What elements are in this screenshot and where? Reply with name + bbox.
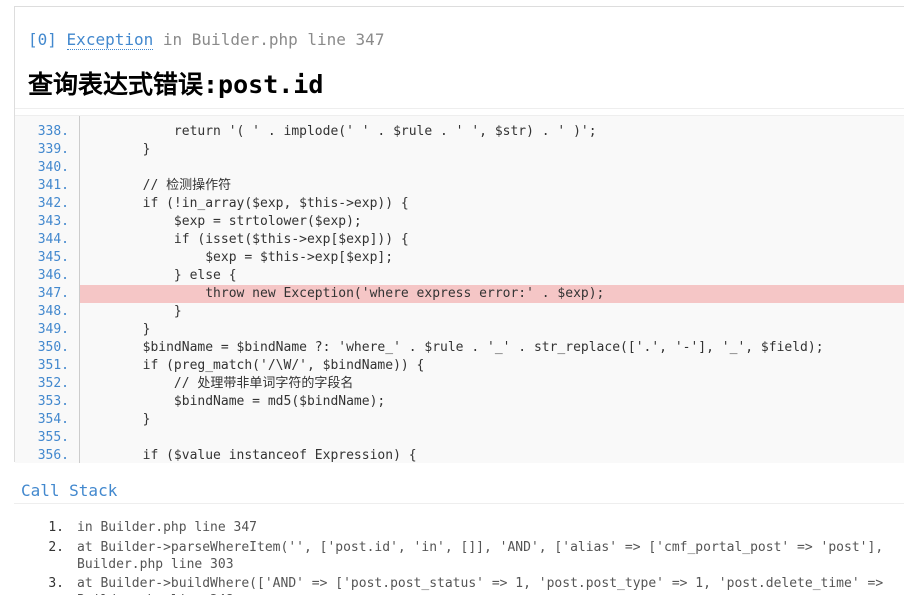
code-line: 350. $bindName = $bindName ?: 'where_' .… xyxy=(15,339,901,357)
line-number: 353. xyxy=(37,394,69,409)
call-stack-title: Call Stack xyxy=(21,481,118,500)
call-stack-item-text: in Builder.php line 347 xyxy=(77,520,258,535)
call-stack-item-number: 3. xyxy=(48,576,64,591)
line-number: 339. xyxy=(37,142,69,157)
code-line: 338. return '( ' . implode(' ' . $rule .… xyxy=(15,123,901,141)
exception-class-link[interactable]: Exception xyxy=(66,30,154,50)
code-line: 345. $exp = $this->exp[$exp]; xyxy=(15,249,901,267)
exception-message: 查询表达式错误:post.id xyxy=(28,70,324,99)
code-text: return '( ' . implode(' ' . $rule . ' ',… xyxy=(80,124,597,139)
code-line: 343. $exp = strtolower($exp); xyxy=(15,213,901,231)
code-line: 351. if (preg_match('/\W/', $bindName)) … xyxy=(15,357,901,375)
code-line: 353. $bindName = md5($bindName); xyxy=(15,393,901,411)
exception-location-line: [0] Exception in Builder.php line 347 xyxy=(28,30,385,50)
code-text: $exp = strtolower($exp); xyxy=(80,214,362,229)
code-text: if (preg_match('/\W/', $bindName)) { xyxy=(80,358,425,373)
code-text: throw new Exception('where express error… xyxy=(80,286,605,301)
line-number: 343. xyxy=(37,214,69,229)
line-number: 349. xyxy=(37,322,69,337)
code-text: // 检测操作符 xyxy=(80,178,232,193)
exception-location: in Builder.php line 347 xyxy=(162,30,385,49)
code-text: $exp = $this->exp[$exp]; xyxy=(80,250,394,265)
code-text: } else { xyxy=(80,268,237,283)
code-line: 339. } xyxy=(15,141,901,159)
code-line: 348. } xyxy=(15,303,901,321)
code-line: 356. if ($value instanceof Expression) { xyxy=(15,447,901,465)
call-stack-list: 1. in Builder.php line 347 2. at Builder->p… xyxy=(14,505,904,595)
line-number: 338. xyxy=(37,124,69,139)
line-number: 340. xyxy=(37,160,69,175)
call-stack-divider xyxy=(14,503,904,504)
call-stack-item-number: 2. xyxy=(48,540,64,555)
code-line: 341. // 检测操作符 xyxy=(15,177,901,195)
line-number: 352. xyxy=(37,376,69,391)
line-number: 356. xyxy=(37,448,69,463)
call-stack-item-text: at Builder->buildWhere(['AND' => ['post.… xyxy=(77,576,884,595)
line-number: 342. xyxy=(37,196,69,211)
code-text: if (isset($this->exp[$exp])) { xyxy=(80,232,409,247)
exception-panel: [0] Exception in Builder.php line 347 查询… xyxy=(14,6,904,463)
code-text: } xyxy=(80,322,151,337)
exception-index: [0] xyxy=(28,30,57,49)
call-stack-item-number: 1. xyxy=(48,520,64,535)
line-number: 354. xyxy=(37,412,69,427)
line-number: 347. xyxy=(37,286,69,301)
call-stack-item-text: at Builder->parseWhereItem('', ['post.id… xyxy=(77,540,884,572)
code-line: 352. // 处理带非单词字符的字段名 xyxy=(15,375,901,393)
source-code-block: 338. return '( ' . implode(' ' . $rule .… xyxy=(15,115,904,463)
code-line: 355. xyxy=(15,429,901,447)
code-text: if ($value instanceof Expression) { xyxy=(80,448,417,463)
line-number: 344. xyxy=(37,232,69,247)
exception-header: [0] Exception in Builder.php line 347 查询… xyxy=(15,7,904,109)
line-number: 341. xyxy=(37,178,69,193)
code-line: 354. } xyxy=(15,411,901,429)
code-line: 342. if (!in_array($exp, $this->exp)) { xyxy=(15,195,901,213)
code-line: 344. if (isset($this->exp[$exp])) { xyxy=(15,231,901,249)
line-number: 355. xyxy=(37,430,69,445)
code-text: } xyxy=(80,304,182,319)
line-number: 348. xyxy=(37,304,69,319)
code-text: if (!in_array($exp, $this->exp)) { xyxy=(80,196,409,211)
code-line: 347. throw new Exception('where express … xyxy=(15,285,904,303)
code-text: } xyxy=(80,412,151,427)
code-text: // 处理带非单词字符的字段名 xyxy=(80,376,354,391)
line-number: 351. xyxy=(37,358,69,373)
code-line: 349. } xyxy=(15,321,901,339)
code-line: 340. xyxy=(15,159,901,177)
code-text: $bindName = md5($bindName); xyxy=(80,394,386,409)
line-number: 346. xyxy=(37,268,69,283)
code-line: 346. } else { xyxy=(15,267,901,285)
line-number: 350. xyxy=(37,340,69,355)
line-number: 345. xyxy=(37,250,69,265)
code-text: } xyxy=(80,142,151,157)
code-text: $bindName = $bindName ?: 'where_' . $rul… xyxy=(80,340,824,355)
